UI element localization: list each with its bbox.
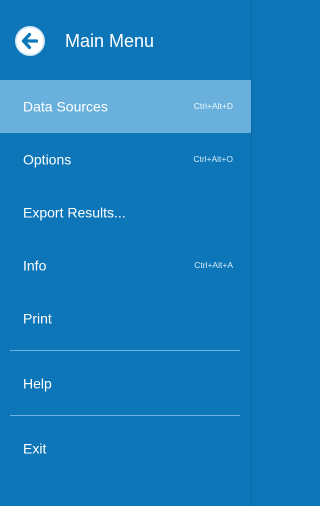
menu-item-exit[interactable]: Exit: [0, 422, 251, 475]
menu-item-info[interactable]: Info Ctrl+Alt+A: [0, 239, 251, 292]
back-button[interactable]: [14, 25, 46, 57]
menu-item-label: Info: [23, 257, 47, 273]
menu-item-label: Exit: [23, 440, 47, 456]
main-menu-header: Main Menu: [0, 0, 252, 80]
menu-item-shortcut: Ctrl+Alt+A: [194, 259, 233, 270]
menu-item-label: Options: [23, 151, 72, 167]
menu-item-label: Print: [23, 310, 52, 326]
menu-item-shortcut: Ctrl+Alt+D: [193, 100, 233, 111]
menu-item-label: Data Sources: [23, 98, 108, 114]
menu-divider: [10, 350, 240, 351]
menu-item-shortcut: Ctrl+Alt+O: [193, 153, 233, 164]
menu-item-options[interactable]: Options Ctrl+Alt+O: [0, 133, 251, 186]
menu-item-data-sources[interactable]: Data Sources Ctrl+Alt+D: [0, 80, 251, 133]
back-arrow-circle-icon: [15, 26, 45, 56]
menu-item-export-results[interactable]: Export Results...: [0, 186, 251, 239]
main-menu-panel: Main Menu Data Sources Ctrl+Alt+D Option…: [0, 0, 252, 506]
menu-item-label: Help: [23, 375, 52, 391]
menu-item-label: Export Results...: [23, 204, 126, 220]
menu-item-print[interactable]: Print: [0, 292, 251, 345]
menu-divider: [10, 415, 240, 416]
page-title: Main Menu: [65, 31, 155, 51]
menu-item-help[interactable]: Help: [0, 357, 251, 410]
